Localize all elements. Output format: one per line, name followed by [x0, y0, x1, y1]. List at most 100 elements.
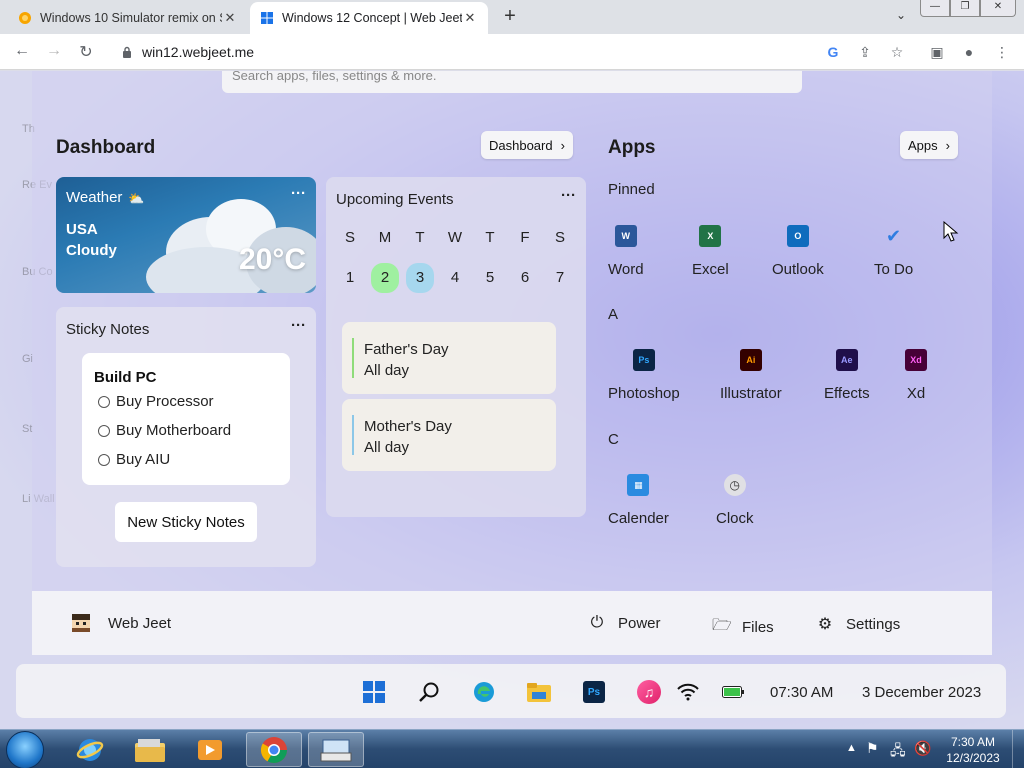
calendar-day[interactable]: 5: [476, 263, 504, 293]
app-excel[interactable]: X Excel: [692, 225, 729, 278]
taskbar-time[interactable]: 07:30 AM: [770, 684, 833, 701]
calendar-days: 1 2 3 4 5 6 7: [336, 263, 574, 293]
app-effects[interactable]: Ae Effects: [824, 349, 870, 402]
minimize-button[interactable]: —: [920, 0, 950, 17]
weekday: W: [447, 229, 463, 246]
calendar-day[interactable]: 1: [336, 263, 364, 293]
app-xd[interactable]: Xd Xd: [905, 349, 927, 402]
start-menu-footer: Web Jeet ⏻ Power 🗁 Files ⚙ Settings: [32, 591, 992, 655]
search-icon[interactable]: [417, 680, 441, 704]
calendar-day[interactable]: 6: [511, 263, 539, 293]
more-options-icon[interactable]: ···: [291, 317, 306, 334]
media-player-icon[interactable]: [182, 732, 238, 767]
user-account[interactable]: Web Jeet: [72, 614, 171, 632]
app-label: To Do: [874, 261, 914, 278]
edge-icon[interactable]: [472, 680, 496, 704]
google-icon[interactable]: G: [824, 44, 842, 60]
system-clock[interactable]: 7:30 AM 12/3/2023: [944, 734, 1002, 766]
start-orb-icon[interactable]: [6, 731, 44, 768]
power-icon: ⏻: [590, 614, 604, 631]
radio-button[interactable]: [98, 395, 110, 408]
event-color-bar: [352, 338, 354, 378]
internet-explorer-icon[interactable]: [62, 732, 118, 767]
calendar-weekdays: S M T W T F S: [336, 229, 574, 246]
show-desktop-button[interactable]: [1012, 730, 1024, 768]
weekday: M: [378, 229, 392, 246]
calendar-day[interactable]: 7: [546, 263, 574, 293]
sidepanel-icon[interactable]: ▣: [928, 44, 946, 61]
dashboard-button[interactable]: Dashboard ›: [481, 131, 573, 159]
calendar-day-highlighted[interactable]: 2: [371, 263, 399, 293]
music-icon[interactable]: ♫: [637, 680, 661, 704]
menu-kebab-icon[interactable]: ⋮: [993, 44, 1011, 61]
wifi-icon[interactable]: [676, 680, 700, 704]
app-word[interactable]: W Word: [608, 225, 644, 278]
calendar-day-today[interactable]: 3: [406, 263, 434, 293]
taskbar-date[interactable]: 3 December 2023: [862, 684, 981, 701]
maximize-button[interactable]: ❐: [950, 0, 980, 17]
address-bar[interactable]: win12.webjeet.me: [110, 38, 910, 66]
file-explorer-icon[interactable]: [527, 680, 551, 704]
back-arrow-icon[interactable]: ←: [12, 42, 32, 60]
action-center-flag-icon[interactable]: ⚑: [866, 740, 879, 757]
power-label: Power: [618, 614, 661, 632]
tray-expand-arrow-icon[interactable]: ▲: [846, 742, 857, 754]
apps-button[interactable]: Apps ›: [900, 131, 958, 159]
app-clock[interactable]: ◷ Clock: [716, 474, 754, 527]
xd-icon: Xd: [905, 349, 927, 371]
battery-icon[interactable]: [721, 680, 745, 704]
calendar-day[interactable]: 4: [441, 263, 469, 293]
note-item[interactable]: Buy Processor: [98, 393, 214, 410]
share-icon[interactable]: ⇪: [856, 44, 874, 61]
weekday: F: [520, 229, 530, 246]
close-tab-icon[interactable]: ✕: [462, 10, 478, 26]
power-button[interactable]: ⏻ Power: [588, 614, 661, 632]
windows-explorer-icon[interactable]: [122, 732, 178, 767]
apps-group-c: C: [608, 431, 619, 448]
files-button[interactable]: 🗁 Files: [712, 614, 774, 641]
radio-button[interactable]: [98, 424, 110, 437]
keyboard-app-button[interactable]: [308, 732, 364, 767]
app-label: Illustrator: [720, 385, 782, 402]
browser-tabstrip: Windows 10 Simulator remix on S ✕ Window…: [0, 0, 1024, 34]
event-item[interactable]: Mother's Day All day: [342, 399, 556, 471]
radio-button[interactable]: [98, 453, 110, 466]
start-search-input[interactable]: Search apps, files, settings & more.: [222, 71, 802, 93]
more-options-icon[interactable]: ···: [291, 185, 306, 202]
chrome-taskbar-button[interactable]: [246, 732, 302, 767]
network-icon[interactable]: 🖧: [890, 740, 906, 764]
event-item[interactable]: Father's Day All day: [342, 322, 556, 394]
weather-condition: Cloudy: [66, 242, 117, 259]
event-time: All day: [364, 439, 410, 456]
settings-label: Settings: [846, 615, 901, 633]
app-photoshop[interactable]: Ps Photoshop: [608, 349, 680, 402]
tab-windows10-simulator[interactable]: Windows 10 Simulator remix on S ✕: [8, 2, 248, 34]
sticky-note[interactable]: Build PC Buy Processor Buy Motherboard B…: [82, 353, 290, 485]
profile-icon[interactable]: ●: [960, 44, 978, 60]
start-windows-icon[interactable]: [362, 680, 386, 704]
more-options-icon[interactable]: ···: [561, 187, 576, 204]
photoshop-icon[interactable]: Ps: [582, 680, 606, 704]
weather-widget[interactable]: Weather ⛅ ··· USA Cloudy 20°C: [56, 177, 316, 293]
bookmark-star-icon[interactable]: ☆: [888, 44, 906, 61]
clock-icon: ◷: [723, 474, 746, 496]
note-item[interactable]: Buy AIU: [98, 451, 170, 468]
reload-icon[interactable]: ↻: [76, 42, 96, 62]
window-controls: — ❐ ✕: [920, 0, 1016, 17]
new-tab-button[interactable]: +: [498, 5, 522, 29]
app-todo[interactable]: ✔ To Do: [874, 225, 914, 279]
volume-muted-icon[interactable]: 🔇: [914, 740, 931, 757]
forward-arrow-icon[interactable]: →: [44, 42, 64, 60]
windows-favicon-icon: [261, 12, 273, 24]
note-item[interactable]: Buy Motherboard: [98, 422, 231, 439]
close-tab-icon[interactable]: ✕: [222, 10, 238, 26]
app-illustrator[interactable]: Ai Illustrator: [720, 349, 782, 402]
settings-button[interactable]: ⚙ Settings: [816, 614, 900, 634]
tab-windows12-concept[interactable]: Windows 12 Concept | Web Jeet ✕: [250, 2, 488, 34]
close-window-button[interactable]: ✕: [980, 0, 1016, 17]
app-calender[interactable]: ▦ Calender: [608, 474, 669, 527]
sticky-notes-widget: Sticky Notes ··· Build PC Buy Processor …: [56, 307, 316, 567]
tab-search-chevron-icon[interactable]: ⌄: [896, 8, 906, 22]
app-outlook[interactable]: O Outlook: [772, 225, 824, 278]
new-sticky-notes-button[interactable]: New Sticky Notes: [115, 502, 257, 542]
